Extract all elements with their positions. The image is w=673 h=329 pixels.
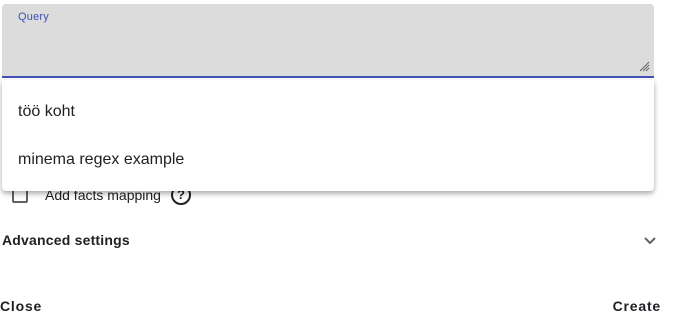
dialog-body: Query Add facts mapping ? Advanced setti…	[0, 0, 673, 329]
create-button[interactable]: Create	[613, 298, 661, 314]
resize-handle-icon[interactable]	[638, 60, 650, 72]
query-input[interactable]	[18, 28, 622, 72]
autocomplete-panel: töö koht minema regex example	[2, 80, 654, 191]
autocomplete-option[interactable]: minema regex example	[2, 136, 654, 184]
query-field[interactable]: Query	[2, 4, 654, 78]
autocomplete-option[interactable]: töö koht	[2, 88, 654, 136]
query-label: Query	[18, 11, 49, 23]
advanced-settings-panel-header[interactable]: Advanced settings	[2, 226, 660, 254]
chevron-down-icon	[644, 237, 656, 245]
advanced-settings-label: Advanced settings	[2, 232, 130, 248]
close-button[interactable]: Close	[0, 298, 42, 314]
